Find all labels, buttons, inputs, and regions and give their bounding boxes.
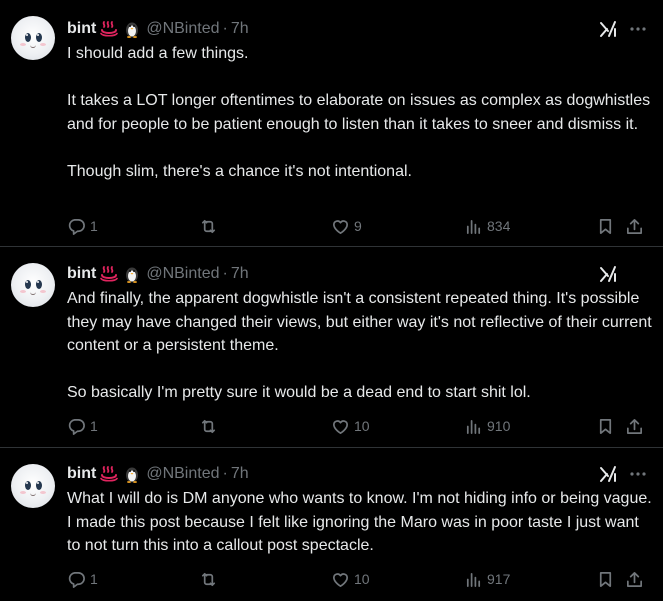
reply-count: 1 (90, 418, 98, 434)
bookmark-icon (599, 571, 612, 587)
action-bar: 1 10 910 (67, 415, 653, 437)
tweet-paragraph: It takes a LOT longer oftentimes to elab… (67, 92, 651, 133)
repost-icon (201, 219, 216, 233)
timestamp[interactable]: 7h (231, 265, 249, 283)
penguin-icon (122, 265, 140, 283)
grok-icon[interactable] (599, 465, 617, 483)
like-count: 10 (354, 571, 370, 587)
grok-icon[interactable] (599, 20, 617, 38)
like-button[interactable]: 9 (331, 215, 362, 237)
avatar[interactable] (11, 464, 55, 508)
views-button[interactable]: 910 (464, 415, 510, 437)
repost-button[interactable] (199, 415, 222, 437)
like-button[interactable]: 10 (331, 568, 370, 590)
reply-icon (68, 218, 85, 235)
separator-dot: · (222, 20, 228, 37)
reply-count: 1 (90, 218, 98, 234)
hot-springs-icon (100, 465, 119, 483)
share-icon (626, 418, 643, 434)
share-button[interactable] (625, 215, 644, 237)
tweet[interactable]: bint @NBinted · 7h What I will do is DM … (0, 448, 663, 601)
reply-icon (68, 418, 85, 435)
tweet-paragraph: What I will do is DM anyone who wants to… (67, 490, 652, 554)
bookmark-button[interactable] (596, 415, 615, 437)
display-name[interactable]: bint (67, 265, 96, 283)
views-button[interactable]: 834 (464, 215, 510, 237)
tweet[interactable]: bint @NBinted · 7h I should add a few th… (0, 0, 663, 247)
display-name[interactable]: bint (67, 20, 96, 38)
reply-button[interactable]: 1 (67, 568, 98, 590)
view-count: 834 (487, 218, 511, 234)
bookmark-button[interactable] (596, 215, 615, 237)
tweet-paragraph: Though slim, there's a chance it's not i… (67, 162, 412, 180)
handle[interactable]: @NBinted (146, 465, 219, 483)
bookmark-icon (599, 218, 612, 234)
action-bar: 1 9 834 (67, 215, 653, 237)
tweet-text: What I will do is DM anyone who wants to… (67, 487, 652, 558)
share-button[interactable] (625, 415, 644, 437)
views-button[interactable]: 917 (464, 568, 510, 590)
like-icon (332, 419, 349, 434)
tweet-text: I should add a few things. It takes a LO… (67, 42, 652, 183)
display-name[interactable]: bint (67, 465, 96, 483)
more-icon[interactable] (629, 465, 647, 483)
separator-dot: · (222, 465, 228, 482)
more-icon[interactable] (629, 20, 647, 38)
reply-button[interactable]: 1 (67, 215, 98, 237)
share-icon (626, 571, 643, 587)
repost-icon (201, 572, 216, 586)
like-button[interactable]: 10 (331, 415, 370, 437)
tweet[interactable]: bint @NBinted · 7h And finally, the appa… (0, 247, 663, 448)
avatar[interactable] (11, 263, 55, 307)
repost-button[interactable] (199, 568, 222, 590)
action-bar: 1 10 917 (67, 568, 653, 590)
handle[interactable]: @NBinted (146, 265, 219, 283)
tweet-paragraph: And finally, the apparent dogwhistle isn… (67, 290, 652, 354)
like-icon (332, 572, 349, 587)
view-count: 917 (487, 571, 511, 587)
share-button[interactable] (625, 568, 644, 590)
separator-dot: · (222, 265, 228, 282)
views-icon (466, 219, 481, 234)
penguin-icon (122, 20, 140, 38)
tweet-text: And finally, the apparent dogwhistle isn… (67, 287, 652, 405)
hot-springs-icon (100, 20, 119, 38)
like-count: 10 (354, 418, 370, 434)
bookmark-button[interactable] (596, 568, 615, 590)
tweet-header: bint @NBinted · 7h (67, 463, 249, 485)
like-icon (332, 219, 349, 234)
repost-button[interactable] (199, 215, 222, 237)
penguin-icon (122, 465, 140, 483)
reply-count: 1 (90, 571, 98, 587)
view-count: 910 (487, 418, 511, 434)
grok-icon[interactable] (599, 265, 617, 283)
timestamp[interactable]: 7h (231, 465, 249, 483)
repost-icon (201, 419, 216, 433)
views-icon (466, 572, 481, 587)
tweet-header: bint @NBinted · 7h (67, 263, 249, 285)
timestamp[interactable]: 7h (231, 20, 249, 38)
bookmark-icon (599, 418, 612, 434)
like-count: 9 (354, 218, 362, 234)
views-icon (466, 419, 481, 434)
avatar[interactable] (11, 16, 55, 60)
tweet-paragraph: I should add a few things. (67, 45, 249, 62)
tweet-paragraph: So basically I'm pretty sure it would be… (67, 384, 531, 401)
hot-springs-icon (100, 265, 119, 283)
reply-icon (68, 571, 85, 588)
share-icon (626, 218, 643, 234)
reply-button[interactable]: 1 (67, 415, 98, 437)
handle[interactable]: @NBinted (146, 20, 219, 38)
tweet-header: bint @NBinted · 7h (67, 18, 249, 40)
